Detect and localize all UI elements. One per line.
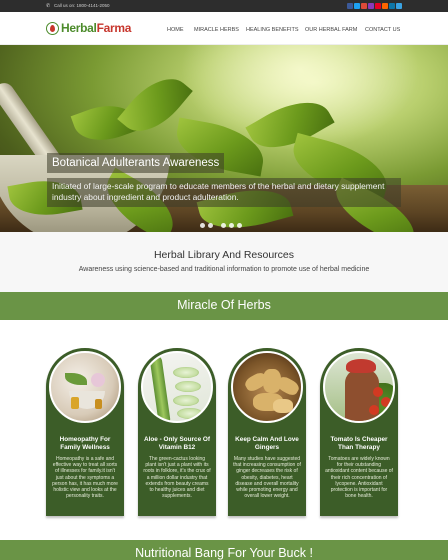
email-icon[interactable] (396, 3, 402, 9)
main-nav: HOME MIRACLE HERBS HEALING BENEFITS OUR … (0, 27, 448, 35)
card-title: Homeopathy For Family Wellness (59, 436, 111, 451)
miracle-band: Miracle Of Herbs (0, 292, 448, 320)
hero-title: Botanical Adulterants Awareness (52, 157, 220, 169)
herb-card[interactable]: Keep Calm And Love Gingers Many studies … (228, 348, 306, 516)
slider-dot[interactable] (208, 223, 213, 228)
nav-contact-us[interactable]: CONTACT US (365, 27, 400, 34)
hero-title-box: Botanical Adulterants Awareness (47, 153, 225, 173)
ginger-image (231, 351, 303, 423)
slider-dots (200, 223, 242, 228)
hero-slider[interactable]: Botanical Adulterants Awareness Initiate… (0, 45, 448, 232)
top-bar: ✆ Call us on: 1800-4141-2050 (0, 0, 448, 12)
nav-healing-benefits[interactable]: HEALING BENEFITS (246, 27, 299, 34)
herb-card[interactable]: Tomato Is Cheaper Than Therapy Tomatoes … (320, 348, 398, 516)
slider-dot[interactable] (229, 223, 234, 228)
nav-our-herbal-farm[interactable]: OUR HERBAL FARM (305, 27, 357, 34)
slider-dot[interactable] (200, 223, 205, 228)
card-text: Homeopathy is a safe and effective way t… (52, 456, 118, 500)
slider-dot[interactable] (237, 223, 242, 228)
twitter-icon[interactable] (354, 3, 360, 9)
herb-card[interactable]: Homeopathy For Family Wellness Homeopath… (46, 348, 124, 516)
phone-info: ✆ Call us on: 1800-4141-2050 (46, 2, 110, 10)
card-title: Aloe - Only Source Of Vitamin B12 (143, 436, 211, 451)
linkedin-icon[interactable] (389, 3, 395, 9)
library-title: Herbal Library And Resources (153, 249, 295, 261)
nutrition-band: Nutritional Bang For Your Buck ! (0, 540, 448, 560)
miracle-title: Miracle Of Herbs (177, 298, 271, 312)
card-title: Tomato Is Cheaper Than Therapy (330, 436, 388, 451)
hero-description-box: Initiated of large-scale program to educ… (47, 178, 401, 207)
library-section: Herbal Library And Resources Awareness u… (0, 232, 448, 292)
herb-cards: Homeopathy For Family Wellness Homeopath… (0, 320, 448, 540)
herb-card[interactable]: Aloe - Only Source Of Vitamin B12 The gr… (138, 348, 216, 516)
nav-home[interactable]: HOME (167, 27, 184, 34)
phone-text: Call us on: 1800-4141-2050 (54, 3, 110, 8)
rss-icon[interactable] (382, 3, 388, 9)
card-text: Tomatoes are widely known for their outs… (325, 456, 393, 500)
google-plus-icon[interactable] (361, 3, 367, 9)
facebook-icon[interactable] (347, 3, 353, 9)
nutrition-title: Nutritional Bang For Your Buck ! (135, 546, 313, 560)
social-links (347, 3, 402, 9)
phone-icon: ✆ (46, 3, 51, 9)
slider-dot[interactable] (221, 223, 226, 228)
tomato-farmer-image (323, 351, 395, 423)
pinterest-icon[interactable] (375, 3, 381, 9)
aloe-image (141, 351, 213, 423)
hero-description: Initiated of large-scale program to educ… (52, 181, 385, 202)
homeopathy-image (49, 351, 121, 423)
nav-miracle-herbs[interactable]: MIRACLE HERBS (194, 27, 239, 34)
card-text: The green-cactus looking plant isn't jus… (143, 456, 211, 500)
library-subtitle: Awareness using science-based and tradit… (78, 266, 370, 273)
card-text: Many studies have suggested that increas… (233, 456, 301, 500)
site-header: HerbalFarma HOME MIRACLE HERBS HEALING B… (0, 12, 448, 45)
instagram-icon[interactable] (368, 3, 374, 9)
card-title: Keep Calm And Love Gingers (235, 436, 299, 451)
